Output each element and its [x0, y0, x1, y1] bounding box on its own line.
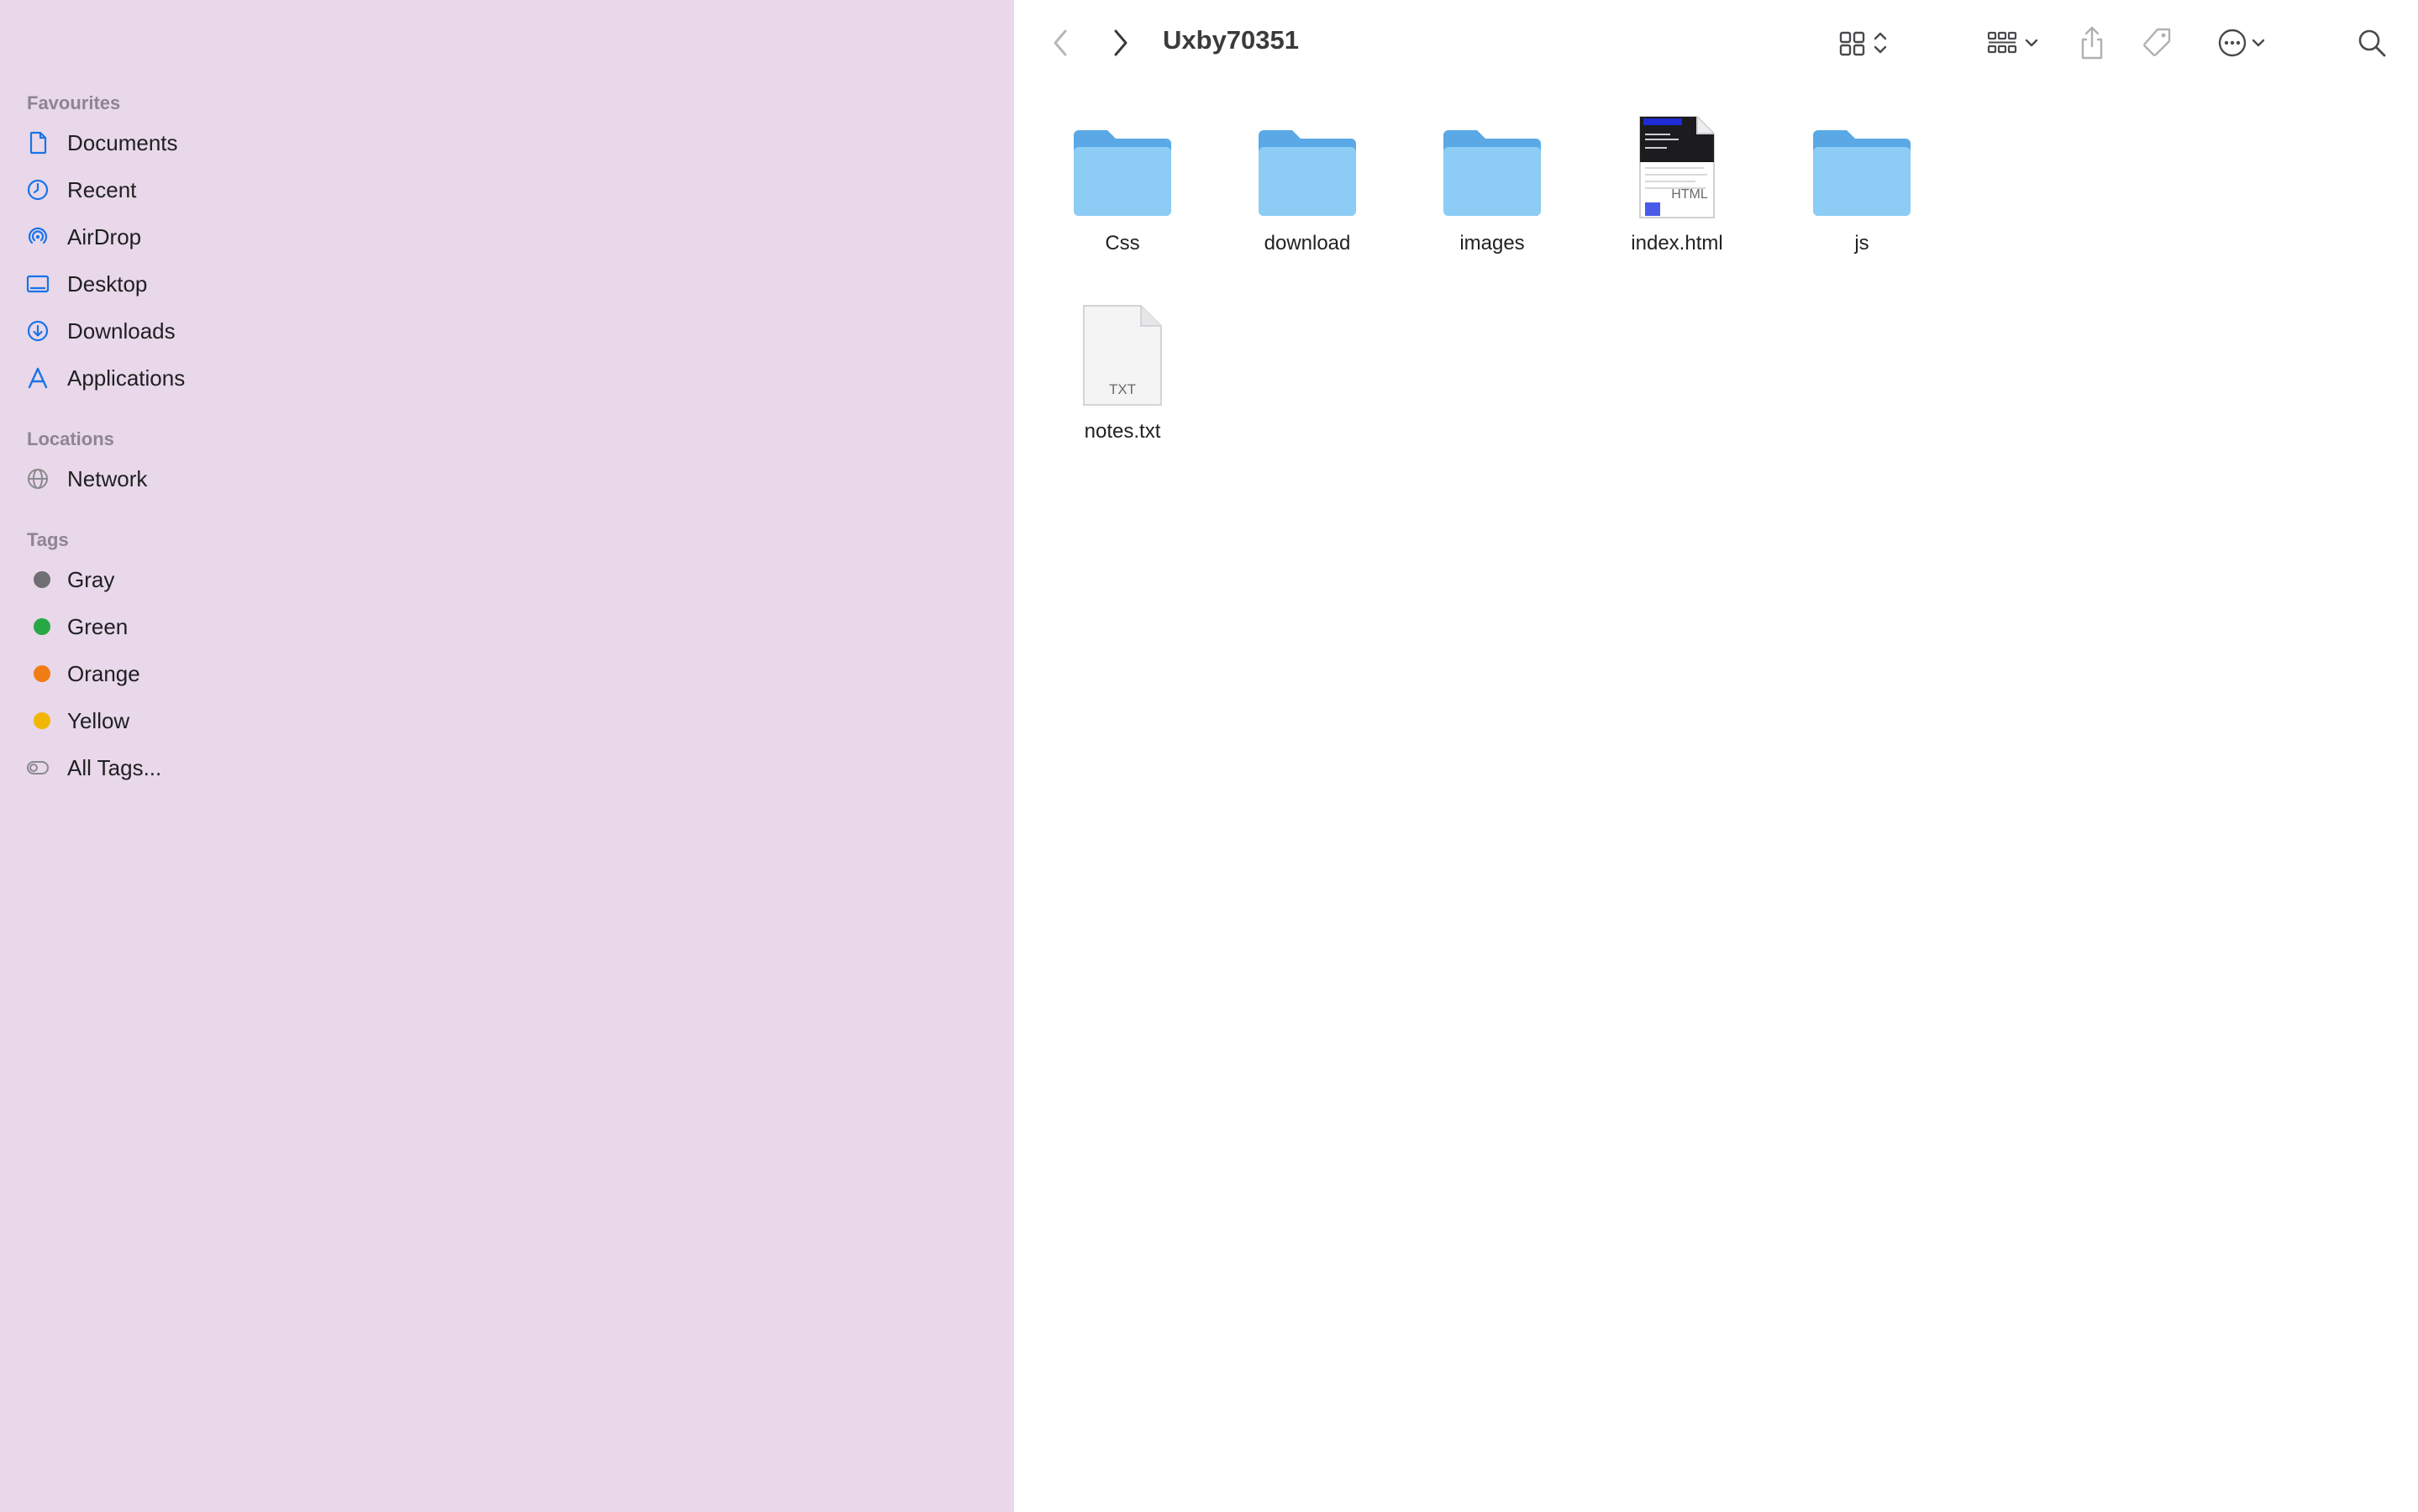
more-actions-button[interactable] [2208, 24, 2275, 62]
file-item-images[interactable]: images [1408, 114, 1576, 255]
orange-tag-dot-icon [34, 665, 50, 682]
desktop-icon [25, 267, 62, 301]
sidebar-item-airdrop[interactable]: AirDrop [25, 217, 361, 257]
sidebar-item-label: Orange [67, 660, 140, 686]
sidebar-item-documents[interactable]: Documents [25, 123, 361, 163]
sidebar-item-label: Desktop [67, 270, 148, 297]
download-icon [25, 314, 62, 348]
group-grid-icon [1985, 26, 2022, 60]
document-icon [25, 126, 62, 160]
tag-button[interactable] [2137, 24, 2176, 62]
folder-icon [1070, 125, 1175, 223]
chevron-left-icon [1050, 28, 1070, 58]
html-badge: HTML [1671, 187, 1708, 202]
sidebar-item-tag-green[interactable]: Green [25, 606, 361, 647]
sidebar-item-all-tags[interactable]: All Tags... [25, 748, 361, 788]
file-name: index.html [1631, 232, 1723, 255]
folder-icon [1440, 125, 1544, 223]
sidebar-item-desktop[interactable]: Desktop [25, 264, 361, 304]
tags-header: Tags [27, 529, 69, 550]
sidebar-item-recent[interactable]: Recent [25, 170, 361, 210]
sidebar-item-label: Network [67, 465, 148, 491]
file-item-css[interactable]: Css [1038, 114, 1206, 255]
chevron-down-icon [2249, 26, 2268, 60]
sidebar-item-label: AirDrop [67, 223, 142, 249]
applications-icon [25, 361, 62, 395]
chevron-down-icon [2022, 26, 2041, 60]
sidebar-item-network[interactable]: Network [25, 459, 361, 499]
sidebar-item-label: Recent [67, 176, 137, 202]
sidebar-item-label: All Tags... [67, 754, 162, 780]
sidebar-item-tag-orange[interactable]: Orange [25, 654, 361, 694]
sidebar-item-label: Documents [67, 129, 178, 155]
share-button[interactable] [2074, 22, 2110, 64]
search-button[interactable] [2352, 24, 2391, 62]
file-item-download[interactable]: download [1223, 114, 1391, 255]
sidebar-item-downloads[interactable]: Downloads [25, 311, 361, 351]
txt-badge: TXT [1108, 381, 1137, 397]
search-icon [2355, 26, 2389, 60]
share-icon [2077, 24, 2107, 61]
file-name: notes.txt [1084, 420, 1161, 443]
sidebar-item-label: Downloads [67, 318, 176, 344]
group-by-button[interactable] [1979, 24, 2047, 62]
file-name: images [1459, 232, 1525, 255]
forward-button[interactable] [1106, 24, 1136, 62]
ellipsis-circle-icon [2216, 26, 2249, 60]
green-tag-dot-icon [34, 618, 50, 635]
all-tags-icon [25, 751, 62, 785]
airdrop-icon [25, 220, 62, 254]
folder-icon [1810, 125, 1914, 223]
view-mode-button[interactable] [1828, 24, 1899, 62]
folder-icon [1255, 125, 1359, 223]
back-button[interactable] [1045, 24, 1075, 62]
file-item-js[interactable]: js [1778, 114, 1946, 255]
sidebar-item-label: Gray [67, 566, 115, 592]
sidebar-item-tag-yellow[interactable]: Yellow [25, 701, 361, 741]
html-document-icon [1638, 115, 1716, 223]
sidebar-item-label: Yellow [67, 707, 130, 733]
locations-header: Locations [27, 428, 114, 449]
sidebar-item-label: Applications [67, 365, 186, 391]
sidebar-item-label: Green [67, 613, 129, 639]
gray-tag-dot-icon [34, 571, 50, 588]
yellow-tag-dot-icon [34, 712, 50, 729]
tag-icon [2139, 25, 2174, 60]
file-name: Css [1105, 232, 1140, 255]
file-item-index-html[interactable]: HTML index.html [1593, 114, 1761, 255]
sidebar-item-applications[interactable]: Applications [25, 358, 361, 398]
chevron-right-icon [1111, 28, 1131, 58]
file-name: js [1854, 232, 1869, 255]
sidebar-item-tag-gray[interactable]: Gray [25, 559, 361, 600]
sidebar: Favourites Documents Recent AirDrop Desk… [0, 0, 1014, 1512]
window-title: Uxby70351 [1163, 25, 1300, 55]
chevron-up-down-icon [1869, 26, 1891, 60]
icon-grid-view-icon [1836, 26, 1869, 60]
file-name: download [1264, 232, 1351, 255]
clock-icon [25, 173, 62, 207]
file-item-notes-txt[interactable]: TXT notes.txt [1038, 302, 1206, 444]
globe-icon [25, 462, 62, 496]
favourites-header: Favourites [27, 92, 121, 113]
